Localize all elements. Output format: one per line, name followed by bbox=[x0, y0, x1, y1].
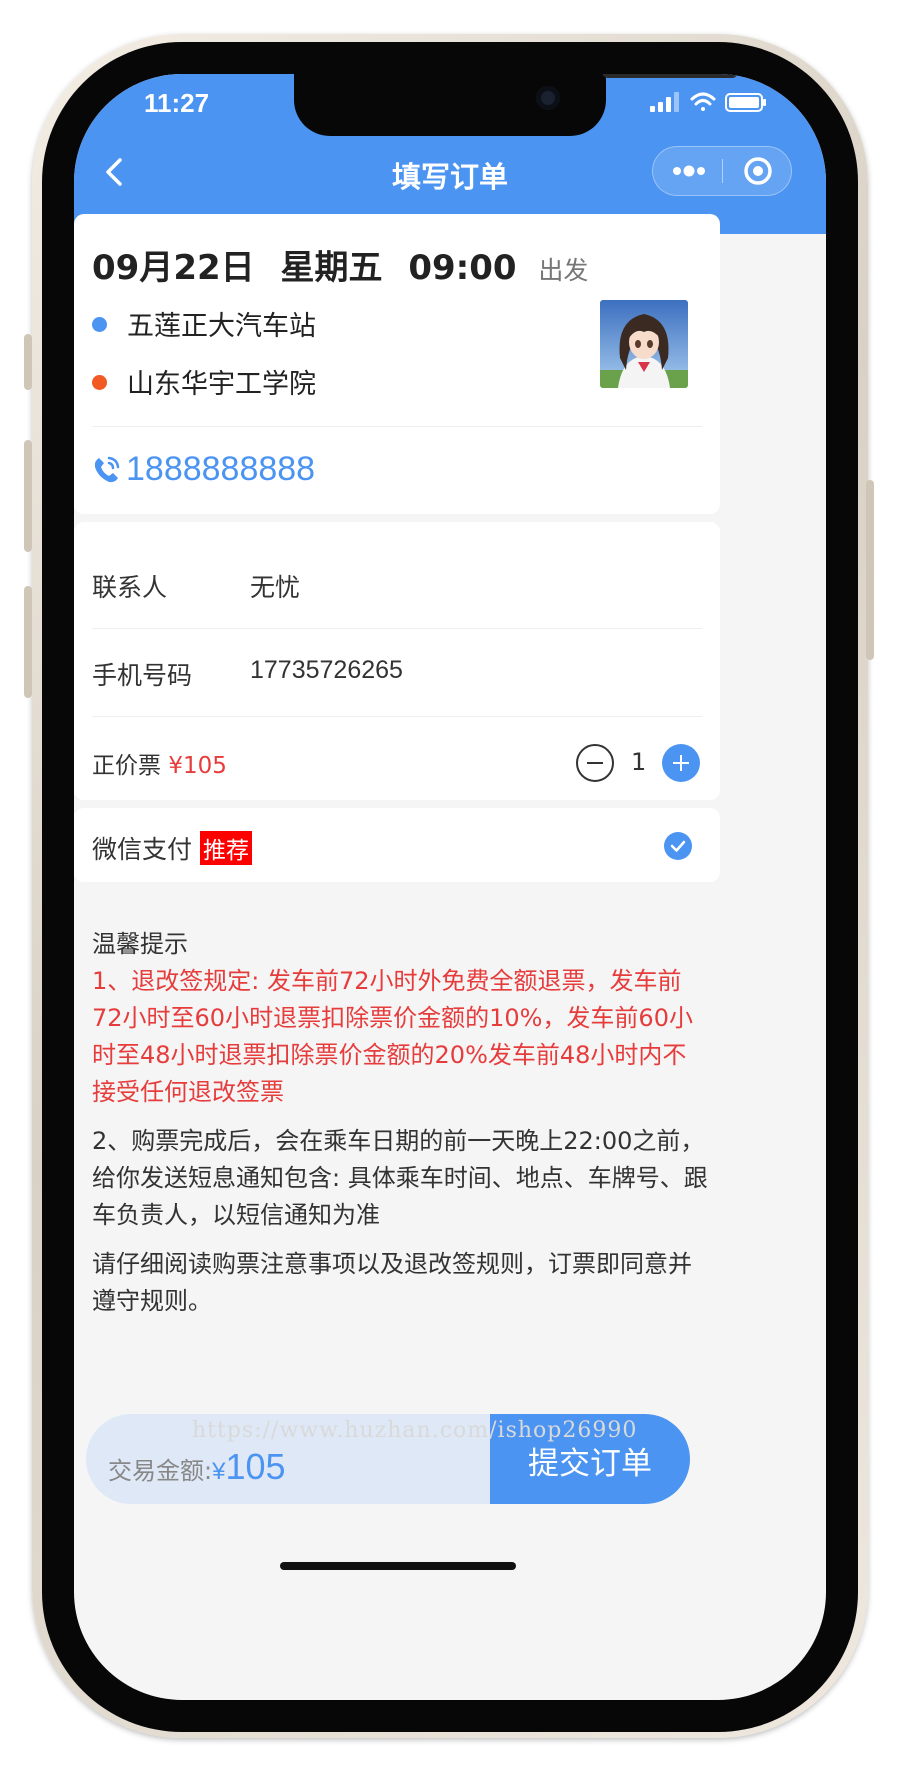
battery-icon bbox=[725, 93, 766, 112]
origin-stop: 五莲正大汽车站 bbox=[92, 304, 316, 343]
ticket-price: ¥105 bbox=[168, 753, 227, 779]
watermark: https://www.huzhan.com/ishop26990 bbox=[192, 1418, 638, 1443]
quantity-value: 1 bbox=[631, 748, 647, 776]
phone-divider bbox=[92, 716, 702, 717]
contact-label: 联系人 bbox=[92, 573, 168, 602]
refund-rule: 1、退改签规定: 发车前72小时外免费全额退票，发车前72小时至60小时退票扣除… bbox=[92, 967, 693, 1106]
departure-weekday: 星期五 bbox=[280, 248, 383, 288]
miniapp-capsule bbox=[652, 146, 792, 196]
origin-name: 五莲正大汽车站 bbox=[127, 311, 316, 342]
signal-icon bbox=[650, 92, 679, 112]
passenger-card: 联系人 无忧 手机号码 17735726265 正价票 ¥105 1 bbox=[74, 522, 720, 800]
departure-time: 09:00 bbox=[408, 248, 517, 288]
quantity-increase-button[interactable] bbox=[662, 744, 700, 782]
submit-order-label: 提交订单 bbox=[528, 1446, 652, 1482]
quantity-decrease-button[interactable] bbox=[576, 744, 614, 782]
destination-dot bbox=[92, 375, 107, 390]
agreement-notice: 请仔细阅读购票注意事项以及退改签规则，订票即同意并遵守规则。 bbox=[92, 1250, 692, 1315]
silent-switch bbox=[24, 334, 32, 390]
departure-datetime: 09月22日 星期五 09:00 出发 bbox=[92, 240, 588, 289]
checkmark-icon[interactable] bbox=[664, 832, 692, 860]
notice-section: 温馨提示 1、退改签规定: 发车前72小时外免费全额退票，发车前72小时至60小… bbox=[92, 926, 708, 1332]
ticket-type: 正价票 ¥105 bbox=[92, 746, 227, 780]
amount-summary: 交易金额:¥105 bbox=[108, 1446, 286, 1488]
phone-field[interactable]: 17735726265 bbox=[250, 656, 403, 685]
contact-field[interactable]: 无忧 bbox=[250, 568, 300, 604]
target-circle-icon bbox=[744, 157, 772, 185]
more-dots-icon bbox=[673, 165, 705, 177]
status-time: 11:27 bbox=[144, 88, 210, 118]
device-notch bbox=[294, 74, 738, 136]
origin-dot bbox=[92, 317, 107, 332]
recommended-badge: 推荐 bbox=[200, 831, 253, 865]
amount-label: 交易金额: bbox=[108, 1457, 213, 1485]
phone-icon bbox=[90, 452, 124, 495]
service-phone-number: 1888888888 bbox=[126, 450, 316, 488]
phone-label: 手机号码 bbox=[92, 661, 193, 690]
trip-divider bbox=[92, 426, 702, 427]
status-icons bbox=[650, 90, 768, 118]
sms-notice: 2、购票完成后，会在乘车日期的前一天晚上22:00之前，给你发送短息通知包含: … bbox=[92, 1127, 708, 1229]
ticket-label: 正价票 bbox=[92, 753, 161, 779]
driver-avatar[interactable] bbox=[600, 300, 688, 388]
wifi-icon bbox=[690, 92, 716, 111]
payment-method: 微信支付 推荐 bbox=[92, 830, 253, 866]
destination-stop: 山东华宇工学院 bbox=[92, 362, 316, 401]
front-camera bbox=[536, 86, 560, 110]
volume-up-button bbox=[24, 440, 32, 552]
departure-date: 09月22日 bbox=[92, 248, 255, 288]
power-button bbox=[866, 480, 874, 660]
volume-down-button bbox=[24, 586, 32, 698]
app-screen: 11:27 填写订单 09月22日 星期五 09:00 出发 五莲正大汽车站 山… bbox=[74, 74, 826, 1700]
payment-option[interactable]: 微信支付 推荐 bbox=[74, 808, 720, 882]
home-indicator[interactable] bbox=[280, 1562, 516, 1570]
close-miniapp-button[interactable] bbox=[723, 147, 792, 195]
speaker-grille bbox=[602, 74, 738, 78]
contact-divider bbox=[92, 628, 702, 629]
amount-value: 105 bbox=[225, 1446, 286, 1487]
notice-heading: 温馨提示 bbox=[92, 930, 188, 958]
depart-label: 出发 bbox=[538, 256, 589, 285]
service-phone-link[interactable]: 1888888888 bbox=[90, 450, 315, 495]
more-menu-button[interactable] bbox=[653, 147, 722, 195]
destination-name: 山东华宇工学院 bbox=[127, 369, 316, 400]
amount-currency: ¥ bbox=[212, 1458, 226, 1485]
payment-method-label: 微信支付 bbox=[92, 835, 193, 864]
trip-card: 09月22日 星期五 09:00 出发 五莲正大汽车站 山东华宇工学院 1888… bbox=[74, 214, 720, 514]
